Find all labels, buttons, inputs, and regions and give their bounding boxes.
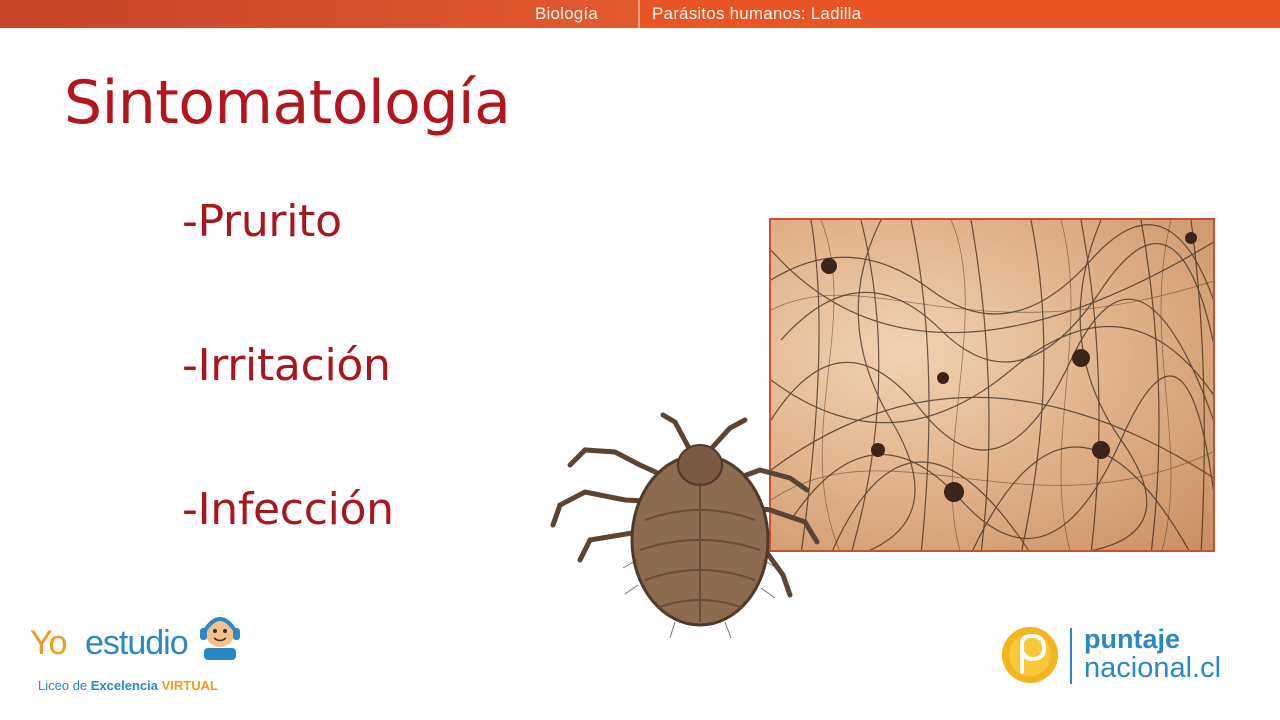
louse-icon [550, 412, 820, 639]
logo-puntaje-text: puntaje [1084, 624, 1181, 654]
logo-nacional-text: nacional.cl [1084, 652, 1222, 684]
header-topic: Parásitos humanos: Ladilla [652, 4, 862, 23]
yo-estudio-logo: Yo estudio Liceo de Excelencia VIRTUAL [30, 610, 260, 700]
hair-texture [771, 220, 1213, 550]
hair-photo [769, 218, 1215, 552]
header-topic-section: Parásitos humanos: Ladilla [638, 0, 1280, 28]
logo-estudio-text: estudio [85, 624, 189, 662]
puntaje-nacional-mark-icon [1002, 627, 1058, 683]
tagline-prefix: Liceo de [38, 678, 91, 693]
logo-divider [1070, 628, 1072, 684]
logo-yo-text: Yo [30, 624, 67, 662]
header-subject: Biología [534, 4, 598, 23]
tagline-bold: Excelencia [90, 678, 158, 693]
slide-title: Sintomatología [64, 68, 511, 138]
symptom-item: -Infección [182, 484, 394, 535]
symptom-item: -Prurito [182, 196, 342, 247]
header-bar: Biología Parásitos humanos: Ladilla [0, 0, 1280, 28]
puntaje-nacional-logo: puntaje nacional.cl [1000, 624, 1250, 690]
logo-tagline: Liceo de Excelencia VIRTUAL [38, 678, 218, 693]
header-subject-section: Biología [0, 0, 638, 28]
mascot-icon [200, 617, 240, 660]
louse-illustration [545, 410, 835, 675]
tagline-virtual: VIRTUAL [161, 678, 218, 693]
symptom-item: -Irritación [182, 340, 391, 391]
